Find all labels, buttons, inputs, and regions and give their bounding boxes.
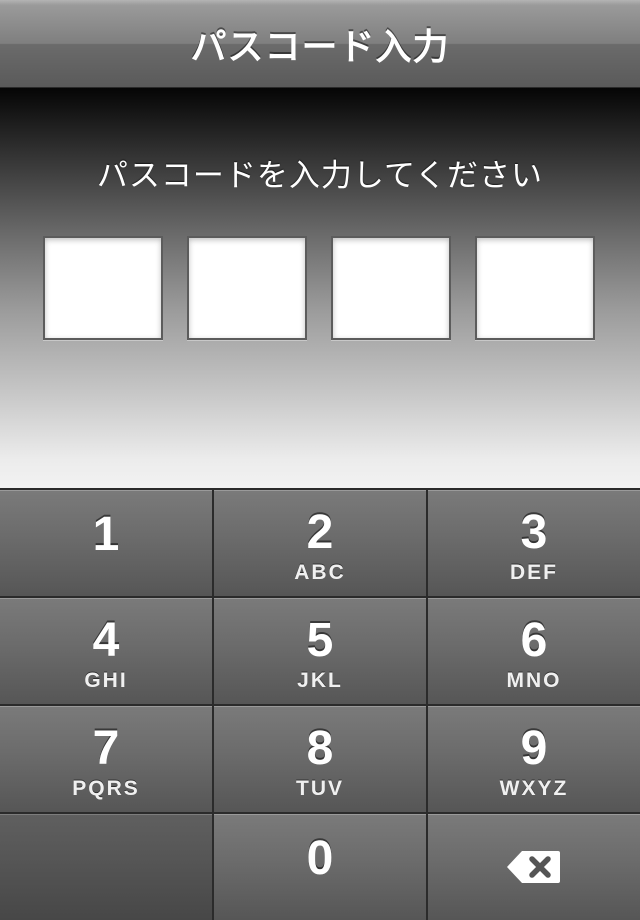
key-letters: GHI xyxy=(84,669,128,692)
key-0[interactable]: 0 xyxy=(214,814,426,920)
key-9[interactable]: 9 WXYZ xyxy=(428,706,640,812)
passcode-prompt-text: パスコードを入力してください xyxy=(96,158,544,194)
passcode-prompt-area: パスコードを入力してください xyxy=(0,88,640,488)
key-3[interactable]: 3 DEF xyxy=(428,490,640,596)
key-number: 4 xyxy=(92,614,120,667)
key-number: 8 xyxy=(306,722,334,775)
passcode-digit-2[interactable] xyxy=(187,236,307,340)
key-1[interactable]: 1 xyxy=(0,490,212,596)
key-4[interactable]: 4 GHI xyxy=(0,598,212,704)
numeric-keypad: 1 2 ABC 3 DEF 4 GHI 5 JKL 6 MNO 7 PQRS 8… xyxy=(0,488,640,920)
nav-title: パスコード入力 xyxy=(190,26,450,68)
key-number: 2 xyxy=(306,506,334,559)
key-number: 3 xyxy=(520,506,548,559)
key-number: 0 xyxy=(306,832,334,885)
key-7[interactable]: 7 PQRS xyxy=(0,706,212,812)
key-letters: TUV xyxy=(296,777,344,800)
key-letters: DEF xyxy=(510,561,558,584)
key-number: 9 xyxy=(520,722,548,775)
key-number: 5 xyxy=(306,614,334,667)
key-letters: WXYZ xyxy=(499,777,569,800)
key-8[interactable]: 8 TUV xyxy=(214,706,426,812)
backspace-icon xyxy=(507,851,560,883)
passcode-digit-1[interactable] xyxy=(43,236,163,340)
key-letters: MNO xyxy=(506,669,562,692)
navigation-bar: パスコード入力 xyxy=(0,0,640,88)
key-5[interactable]: 5 JKL xyxy=(214,598,426,704)
key-letters: ABC xyxy=(294,561,346,584)
key-blank xyxy=(0,814,212,920)
passcode-digit-4[interactable] xyxy=(475,236,595,340)
backspace-button[interactable] xyxy=(428,814,640,920)
key-letters: JKL xyxy=(297,669,343,692)
passcode-screen: パスコード入力 パスコードを入力してください 1 2 ABC 3 DEF 4 G… xyxy=(0,0,640,920)
key-letters: PQRS xyxy=(72,777,140,800)
key-number: 7 xyxy=(92,722,120,775)
key-number: 6 xyxy=(520,614,548,667)
key-2[interactable]: 2 ABC xyxy=(214,490,426,596)
passcode-digit-3[interactable] xyxy=(331,236,451,340)
key-number: 1 xyxy=(92,508,120,561)
key-6[interactable]: 6 MNO xyxy=(428,598,640,704)
